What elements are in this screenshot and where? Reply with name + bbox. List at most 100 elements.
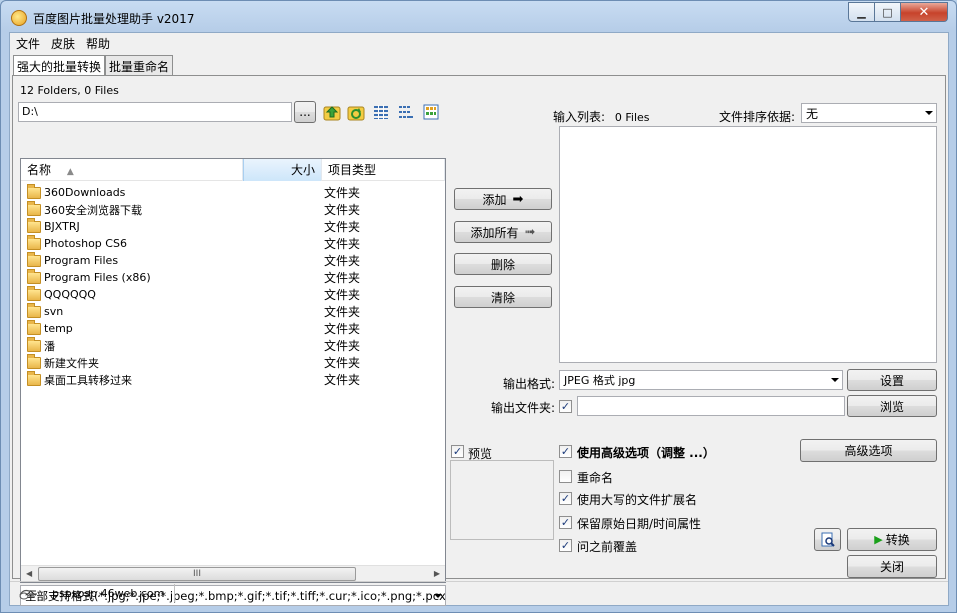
folder-icon [27,200,41,216]
folder-icon [27,302,41,318]
title-bar[interactable]: 百度图片批量处理助手 v2017 ▁ □ ✕ [1,1,956,33]
menu-file[interactable]: 文件 [16,35,40,52]
sort-asc-icon: ▲ [66,167,74,177]
file-name: BJXTRJ [44,220,80,233]
list-item[interactable]: Photoshop CS6 文件夹 [27,234,437,252]
status-url[interactable]: pspspsp.46web.com [52,587,164,600]
list-item[interactable]: 360安全浏览器下载 文件夹 [27,200,437,218]
list-item[interactable]: temp 文件夹 [27,319,437,337]
arrow-right-icon: ➡ [512,191,524,207]
output-folder-checkbox[interactable]: ✓ [559,400,572,413]
file-name: temp [44,322,73,335]
column-name-label: 名称 [27,163,52,177]
close-button[interactable]: 关闭 [847,555,937,578]
convert-button[interactable]: ▶ 转换 [847,528,937,551]
input-list-label: 输入列表: 0 Files [553,110,650,124]
list-view-icon[interactable] [398,104,414,120]
sort-value: 无 [806,106,819,121]
output-format-select[interactable]: JPEG 格式 jpg [559,370,843,390]
tab-batch-convert[interactable]: 强大的批量转换 [13,55,106,76]
horizontal-scrollbar[interactable]: ◀ III ▶ [21,565,445,582]
list-item[interactable]: svn 文件夹 [27,302,437,320]
menu-skin[interactable]: 皮肤 [51,35,75,52]
browse-path-button[interactable]: ... [294,101,316,123]
scroll-right-icon[interactable]: ▶ [434,569,440,578]
file-type: 文件夹 [324,254,361,268]
clear-button[interactable]: 清除 [454,286,552,308]
delete-button[interactable]: 删除 [454,253,552,275]
tab-batch-rename[interactable]: 批量重命名 [105,55,174,75]
file-type: 文件夹 [324,356,361,370]
advanced-options-button[interactable]: 高级选项 [800,439,937,462]
scroll-thumb[interactable]: III [38,567,356,581]
keep-date-label: 保留原始日期/时间属性 [577,517,702,531]
file-name: QQQQQQ [44,288,96,301]
status-bar: pspspsp.46web.com [10,581,948,605]
file-type: 文件夹 [324,373,361,387]
file-name: 新建文件夹 [44,356,99,370]
list-item[interactable]: 360Downloads 文件夹 [27,183,437,201]
output-folder-label: 输出文件夹: [491,401,556,415]
convert-button-label: 转换 [885,533,910,547]
rename-checkbox[interactable] [559,470,572,483]
folder-icon [27,319,41,335]
list-item[interactable]: 潘 文件夹 [27,336,437,354]
add-button[interactable]: 添加 ➡ [454,188,552,210]
advanced-options-label: 使用高级选项（调整 ...） [577,446,715,460]
list-item[interactable]: 桌面工具转移过来 文件夹 [27,370,437,388]
file-type: 文件夹 [324,305,361,319]
add-all-button-label: 添加所有 [470,225,519,240]
settings-button[interactable]: 设置 [847,369,937,391]
sort-select[interactable]: 无 [801,103,937,123]
folder-icon [27,234,41,250]
preview-zoom-button[interactable] [814,528,841,551]
status-divider [174,584,175,602]
file-type: 文件夹 [324,288,361,302]
file-type: 文件夹 [324,322,361,336]
add-all-button[interactable]: 添加所有 ➟ [454,221,552,243]
app-window: 百度图片批量处理助手 v2017 ▁ □ ✕ 文件 皮肤 帮助 强大的批量转换 … [0,0,957,613]
minimize-button[interactable]: ▁ [848,2,875,22]
output-folder-input[interactable] [577,396,845,416]
maximize-button[interactable]: □ [875,2,901,22]
details-view-icon[interactable] [373,104,389,120]
list-item[interactable]: Program Files (x86) 文件夹 [27,268,437,286]
file-type: 文件夹 [324,220,361,234]
list-item[interactable]: Program Files 文件夹 [27,251,437,269]
keep-date-checkbox[interactable]: ✓ [559,516,572,529]
close-window-button[interactable]: ✕ [901,2,948,22]
list-item[interactable]: QQQQQQ 文件夹 [27,285,437,303]
thumbnail-view-icon[interactable] [423,104,439,120]
folder-icon [27,183,41,199]
input-file-list[interactable] [559,126,937,363]
scroll-left-icon[interactable]: ◀ [26,569,32,578]
file-name: 360安全浏览器下载 [44,203,142,217]
list-item[interactable]: 新建文件夹 文件夹 [27,353,437,371]
file-list[interactable]: 名称 ▲ 大小 项目类型 360Downloads 文件夹 360安全浏览器下载 文件… [20,158,446,583]
file-name: 潘 [44,339,55,353]
overwrite-checkbox[interactable]: ✓ [559,539,572,552]
folder-count: 12 Folders, 0 Files [20,84,119,97]
column-type-header[interactable]: 项目类型 [322,159,445,181]
browse-output-button[interactable]: 浏览 [847,395,937,417]
file-name: svn [44,305,64,318]
uppercase-ext-label: 使用大写的文件扩展名 [577,493,698,507]
column-name-header[interactable]: 名称 ▲ [21,159,243,181]
menu-help[interactable]: 帮助 [86,35,110,52]
tab-page: 12 Folders, 0 Files D:\ ... 名称 ▲ 大小 项目类型… [12,75,946,606]
folder-icon [27,217,41,233]
path-input[interactable]: D:\ [18,102,292,122]
uppercase-ext-checkbox[interactable]: ✓ [559,492,572,505]
folder-icon [27,370,41,386]
chevron-down-icon [925,111,933,115]
refresh-icon[interactable] [347,103,365,121]
play-icon: ▶ [874,533,883,546]
list-item[interactable]: BJXTRJ 文件夹 [27,217,437,235]
preview-checkbox[interactable]: ✓ [451,445,464,458]
file-name: 360Downloads [44,186,126,199]
file-type: 文件夹 [324,203,361,217]
column-size-header[interactable]: 大小 [243,159,322,181]
up-folder-icon[interactable] [323,103,341,121]
advanced-options-checkbox[interactable]: ✓ [559,445,572,458]
sort-label: 文件排序依据: [719,110,796,124]
